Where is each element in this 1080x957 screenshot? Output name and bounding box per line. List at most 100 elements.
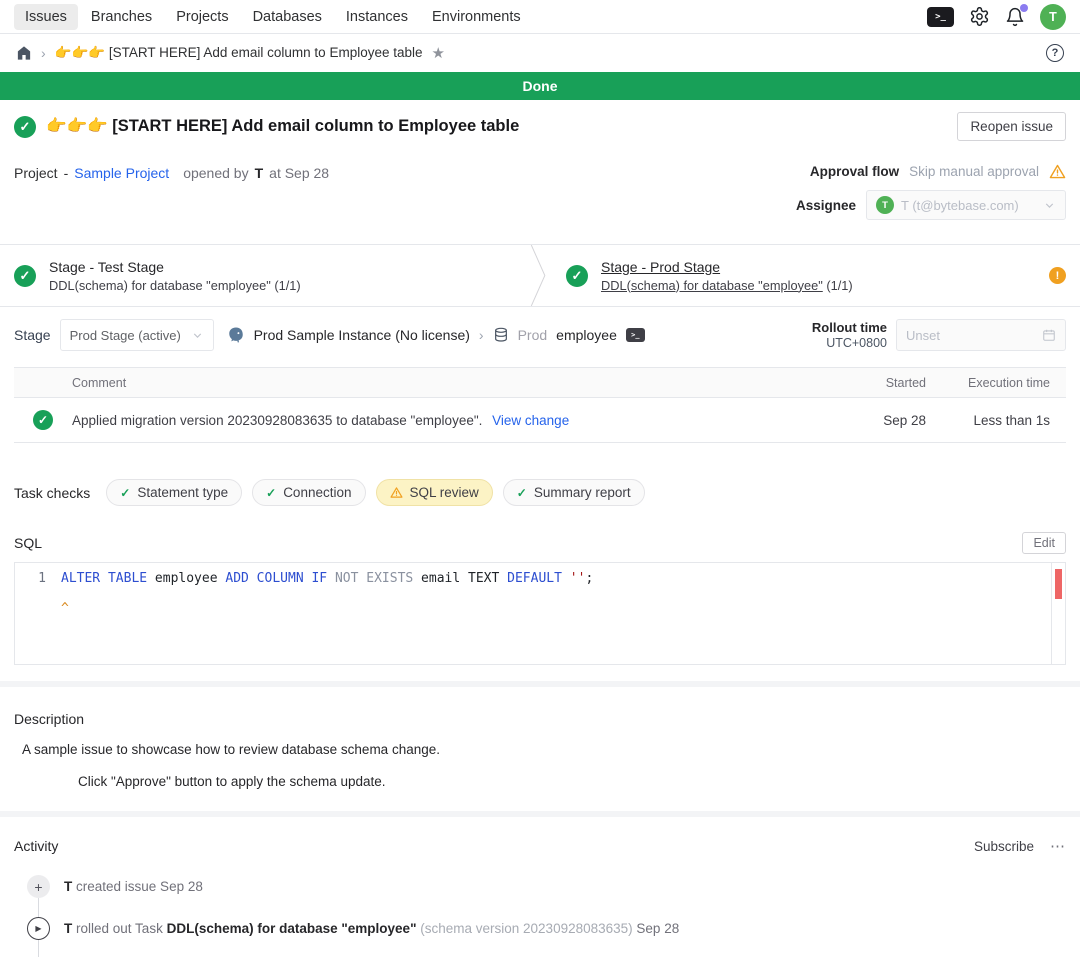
stages-strip: ✓ Stage - Test Stage DDL(schema) for dat… <box>0 244 1080 307</box>
sql-identifier: employee <box>147 571 225 586</box>
activity-actor: T <box>64 879 72 894</box>
opened-by-prefix: opened by <box>183 165 248 181</box>
description-line-1: A sample issue to showcase how to review… <box>14 742 1066 757</box>
row-check-icon: ✓ <box>33 410 53 430</box>
sql-section-label: SQL <box>14 535 42 551</box>
sql-warning-caret: ^ <box>61 601 1051 616</box>
stage-prod-name[interactable]: Stage - Prod Stage <box>601 259 853 275</box>
activity-date: Sep 28 <box>636 921 679 936</box>
status-banner: Done <box>0 72 1080 100</box>
edit-sql-button[interactable]: Edit <box>1022 532 1066 554</box>
assignee-select[interactable]: T T (t@bytebase.com) <box>866 190 1066 220</box>
subscribe-button[interactable]: Subscribe <box>974 839 1034 854</box>
description-line-2: Click "Approve" button to apply the sche… <box>14 774 1066 789</box>
rollout-time-value: Unset <box>906 328 1035 343</box>
row-started: Sep 28 <box>870 413 942 428</box>
stage-divider-chevron <box>530 245 550 306</box>
nav-tabs: Issues Branches Projects Databases Insta… <box>14 4 532 30</box>
stage-prod-task[interactable]: DDL(schema) for database "employee" <box>601 278 823 293</box>
activity-text: created issue Sep 28 <box>76 879 203 894</box>
sql-editor[interactable]: 1 ALTER TABLE employee ADD COLUMN IF NOT… <box>14 562 1066 665</box>
gear-icon[interactable] <box>969 6 990 27</box>
task-run-table: Comment Started Execution time ✓ Applied… <box>14 367 1066 443</box>
sql-space <box>562 571 570 586</box>
rollout-time-input[interactable]: Unset <box>896 319 1066 351</box>
nav-item-instances[interactable]: Instances <box>335 4 419 30</box>
top-nav: Issues Branches Projects Databases Insta… <box>0 0 1080 34</box>
activity-timeline: + T created issue Sep 28 ▶ T rolled out … <box>14 875 1066 957</box>
play-icon: ▶ <box>27 917 50 940</box>
environment-label: Prod <box>518 327 548 343</box>
warning-triangle-icon <box>390 486 403 499</box>
table-row: ✓ Applied migration version 202309280836… <box>14 398 1066 442</box>
activity-task: DDL(schema) for database "employee" <box>167 921 417 936</box>
view-change-link[interactable]: View change <box>492 413 569 428</box>
stage-test-count: (1/1) <box>274 278 300 293</box>
row-comment: Applied migration version 20230928083635… <box>72 413 482 428</box>
stage-test-check-icon: ✓ <box>14 265 36 287</box>
rollout-timezone: UTC+0800 <box>812 336 887 350</box>
approval-flow-value: Skip manual approval <box>909 164 1039 179</box>
check-badge-connection[interactable]: ✓ Connection <box>252 479 365 506</box>
home-icon[interactable] <box>16 45 32 61</box>
sql-code: ALTER TABLE employee ADD COLUMN IF NOT E… <box>61 563 1051 664</box>
nav-item-projects[interactable]: Projects <box>165 4 239 30</box>
assignee-avatar: T <box>876 196 894 214</box>
editor-overview-ruler <box>1051 563 1065 664</box>
sql-editor-icon[interactable]: >_ <box>927 7 954 27</box>
instance-link[interactable]: Prod Sample Instance (No license) <box>254 327 470 343</box>
database-link[interactable]: employee <box>556 327 617 343</box>
more-options-icon[interactable]: ⋯ <box>1050 837 1066 855</box>
row-execution-time: Less than 1s <box>942 413 1066 428</box>
nav-item-environments[interactable]: Environments <box>421 4 532 30</box>
assignee-label: Assignee <box>796 198 856 213</box>
activity-item-created: + T created issue Sep 28 <box>14 875 1066 898</box>
chevron-right-icon: › <box>479 327 484 343</box>
check-icon: ✓ <box>517 486 527 500</box>
chevron-down-icon <box>191 329 204 342</box>
stage-prod-check-icon: ✓ <box>566 265 588 287</box>
star-icon[interactable]: ★ <box>432 44 445 62</box>
stage-test-name: Stage - Test Stage <box>49 259 301 275</box>
reopen-issue-button[interactable]: Reopen issue <box>957 112 1066 141</box>
col-execution-time: Execution time <box>942 376 1066 390</box>
nav-item-issues[interactable]: Issues <box>14 4 78 30</box>
badge-label: Connection <box>283 485 351 500</box>
user-avatar[interactable]: T <box>1040 4 1066 30</box>
editor-error-marker <box>1055 569 1062 599</box>
opened-by-user: T <box>255 165 264 181</box>
project-link[interactable]: Sample Project <box>74 165 169 181</box>
assignee-value: T (t@bytebase.com) <box>901 198 1036 213</box>
sql-keyword: ADD COLUMN IF <box>225 571 327 586</box>
sql-space <box>327 571 335 586</box>
open-sql-editor-icon[interactable]: >_ <box>626 328 645 342</box>
activity-version: (schema version 20230928083635) <box>420 921 632 936</box>
check-badge-summary-report[interactable]: ✓ Summary report <box>503 479 645 506</box>
description-label: Description <box>14 711 1066 727</box>
check-badge-statement-type[interactable]: ✓ Statement type <box>106 479 242 506</box>
sql-punctuation: ; <box>585 571 593 586</box>
check-badge-sql-review[interactable]: SQL review <box>376 479 493 506</box>
section-divider <box>0 681 1080 687</box>
stage-alert-icon[interactable]: ! <box>1049 267 1066 284</box>
sql-string: '' <box>570 571 586 586</box>
approval-flow-label: Approval flow <box>810 164 899 179</box>
help-icon[interactable]: ? <box>1046 44 1064 62</box>
activity-action: rolled out Task <box>76 921 163 936</box>
activity-actor: T <box>64 921 72 936</box>
project-dash: - <box>64 165 69 181</box>
nav-item-branches[interactable]: Branches <box>80 4 163 30</box>
database-icon <box>493 327 509 343</box>
stage-prod-count: (1/1) <box>826 278 852 293</box>
bell-icon[interactable] <box>1005 7 1025 27</box>
stage-test-cell[interactable]: ✓ Stage - Test Stage DDL(schema) for dat… <box>0 245 540 306</box>
issue-title: 👉👉👉 [START HERE] Add email column to Emp… <box>46 117 947 136</box>
line-number: 1 <box>15 563 61 664</box>
issue-status-check-icon: ✓ <box>14 116 36 138</box>
stage-select-value: Prod Stage (active) <box>70 328 184 343</box>
nav-item-databases[interactable]: Databases <box>242 4 333 30</box>
breadcrumb-separator: › <box>41 45 46 61</box>
stage-prod-cell[interactable]: ✓ Stage - Prod Stage DDL(schema) for dat… <box>540 245 1080 306</box>
stage-select[interactable]: Prod Stage (active) <box>60 319 214 351</box>
opened-at: at Sep 28 <box>269 165 329 181</box>
